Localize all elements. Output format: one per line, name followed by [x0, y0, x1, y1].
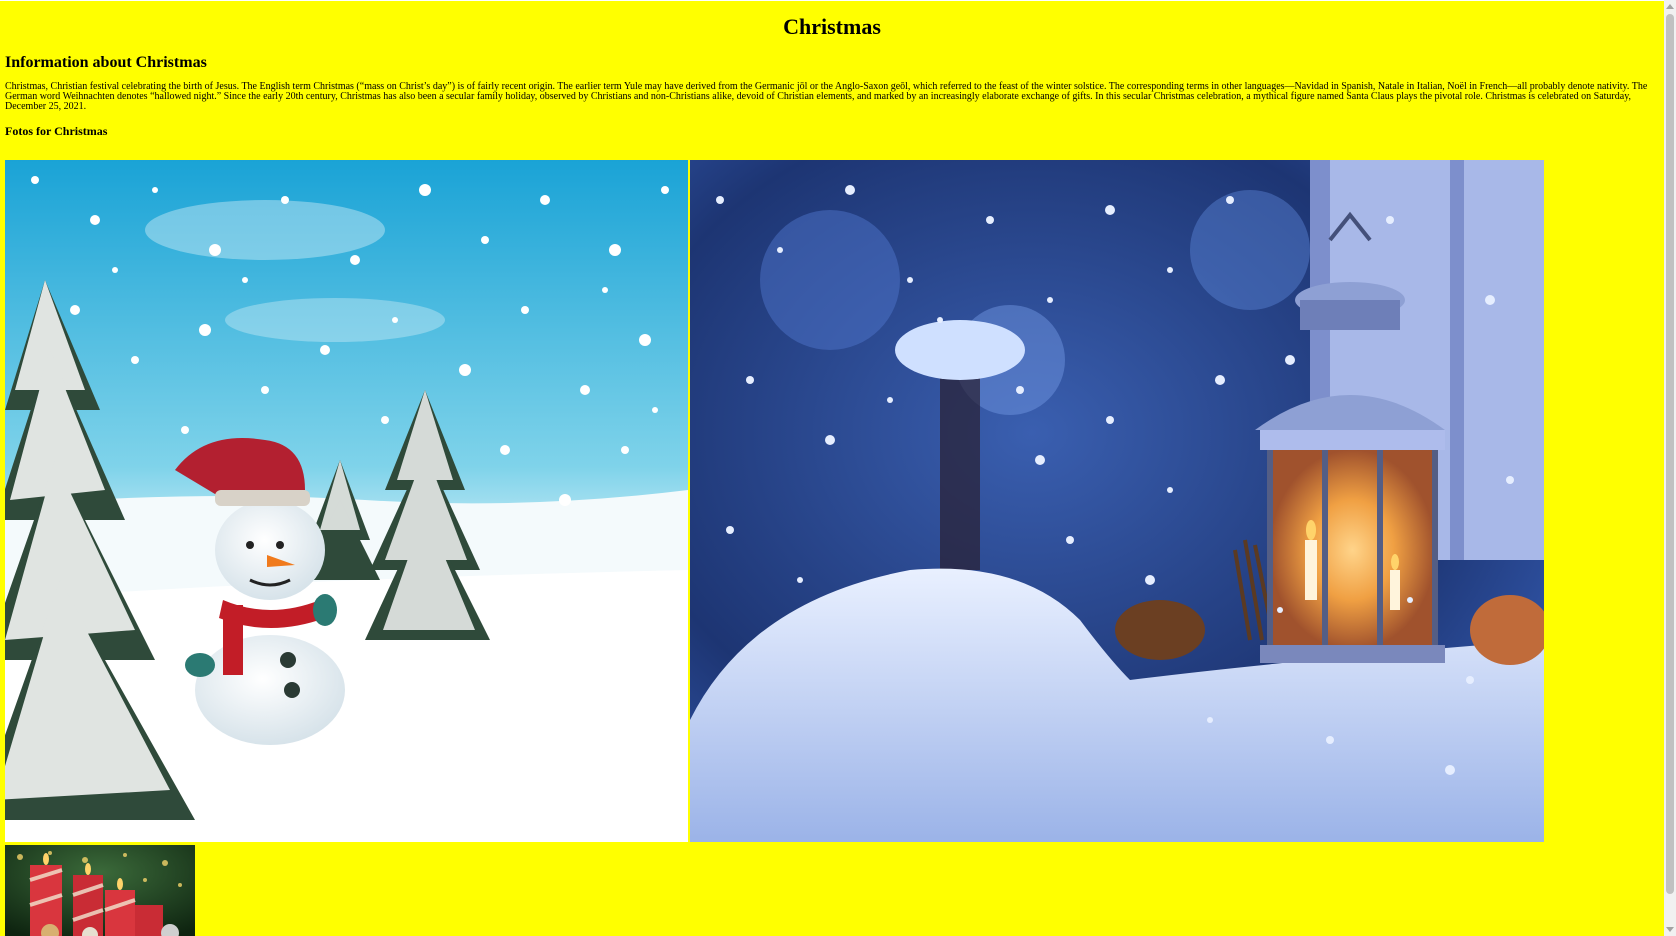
vertical-scrollbar[interactable] [1664, 0, 1676, 936]
lantern-photo [690, 160, 1544, 842]
top-border [0, 0, 1664, 1]
page: Christmas Information about Christmas Ch… [0, 0, 1664, 936]
info-heading: Information about Christmas [5, 54, 207, 71]
advent-candles-photo [5, 845, 195, 936]
page-title: Christmas [783, 14, 881, 39]
photos-heading: Fotos for Christmas [5, 124, 108, 138]
scrollbar-thumb[interactable] [1666, 14, 1674, 894]
scroll-up-arrow-icon[interactable] [1666, 4, 1674, 9]
scroll-down-arrow-icon[interactable] [1666, 927, 1674, 932]
info-paragraph: Christmas, Christian festival celebratin… [5, 81, 1648, 112]
snowman-photo [5, 160, 688, 842]
